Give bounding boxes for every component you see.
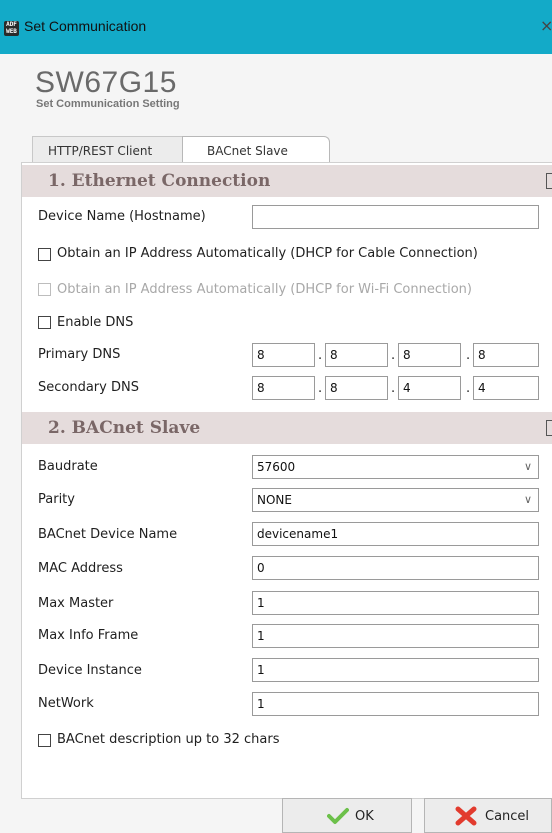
primary-dns-octet-3[interactable]: 8 bbox=[398, 343, 461, 367]
dhcp-cable-checkbox[interactable] bbox=[38, 248, 51, 261]
primary-dns-octet-4[interactable]: 8 bbox=[473, 343, 539, 367]
parity-label: Parity bbox=[38, 492, 75, 507]
section-bacnet-header: 2. BACnet Slave bbox=[22, 412, 552, 444]
dhcp-cable-label: Obtain an IP Address Automatically (DHCP… bbox=[57, 246, 478, 261]
tab-http-rest-client[interactable]: HTTP/REST Client bbox=[32, 136, 192, 163]
baudrate-label: Baudrate bbox=[38, 459, 98, 474]
parity-value: NONE bbox=[257, 493, 292, 507]
collapse-icon[interactable] bbox=[546, 420, 552, 436]
checkmark-icon bbox=[327, 807, 349, 829]
enable-dns-checkbox[interactable] bbox=[38, 316, 51, 329]
mac-address-label: MAC Address bbox=[38, 561, 123, 576]
chevron-down-icon: ∨ bbox=[523, 493, 532, 506]
octet-separator: . bbox=[391, 348, 396, 363]
secondary-dns-octet-2[interactable]: 8 bbox=[325, 376, 388, 400]
secondary-dns-octet-3[interactable]: 4 bbox=[398, 376, 461, 400]
cancel-label: Cancel bbox=[485, 809, 530, 824]
x-icon bbox=[455, 806, 477, 830]
close-button[interactable]: × bbox=[540, 16, 552, 35]
bacnet-description-label: BACnet description up to 32 chars bbox=[57, 732, 280, 747]
bacnet-device-name-input[interactable]: devicename1 bbox=[252, 522, 539, 546]
secondary-dns-label: Secondary DNS bbox=[38, 380, 139, 395]
octet-separator: . bbox=[391, 381, 396, 396]
octet-separator: . bbox=[466, 381, 471, 396]
primary-dns-octet-2[interactable]: 8 bbox=[325, 343, 388, 367]
device-name-label: Device Name (Hostname) bbox=[38, 209, 206, 224]
octet-separator: . bbox=[318, 348, 323, 363]
dhcp-wifi-label: Obtain an IP Address Automatically (DHCP… bbox=[57, 282, 472, 297]
page-title: SW67G15 bbox=[35, 66, 177, 99]
bacnet-device-name-label: BACnet Device Name bbox=[38, 527, 178, 542]
cancel-button[interactable]: Cancel bbox=[424, 798, 552, 833]
octet-separator: . bbox=[318, 381, 323, 396]
section-ethernet-title: 1. Ethernet Connection bbox=[48, 171, 271, 191]
ok-label: OK bbox=[355, 809, 374, 824]
max-info-frame-input[interactable]: 1 bbox=[252, 624, 539, 648]
device-instance-label: Device Instance bbox=[38, 663, 142, 678]
parity-select[interactable]: NONE ∨ bbox=[252, 488, 539, 512]
max-info-frame-label: Max Info Frame bbox=[38, 628, 139, 643]
page-subtitle: Set Communication Setting bbox=[36, 98, 180, 110]
device-name-input[interactable] bbox=[252, 205, 539, 229]
network-label: NetWork bbox=[38, 696, 94, 711]
baudrate-select[interactable]: 57600 ∨ bbox=[252, 455, 539, 479]
enable-dns-label: Enable DNS bbox=[57, 315, 134, 330]
section-ethernet-header: 1. Ethernet Connection bbox=[22, 165, 552, 197]
chevron-down-icon: ∨ bbox=[523, 460, 532, 473]
device-instance-input[interactable]: 1 bbox=[252, 658, 539, 682]
bacnet-description-checkbox[interactable] bbox=[38, 734, 51, 747]
network-input[interactable]: 1 bbox=[252, 692, 539, 716]
app-icon: ADF WEB bbox=[4, 21, 19, 36]
secondary-dns-octet-1[interactable]: 8 bbox=[252, 376, 315, 400]
dhcp-wifi-checkbox bbox=[38, 283, 51, 296]
primary-dns-octet-1[interactable]: 8 bbox=[252, 343, 315, 367]
baudrate-value: 57600 bbox=[257, 460, 296, 474]
secondary-dns-octet-4[interactable]: 4 bbox=[473, 376, 539, 400]
octet-separator: . bbox=[466, 348, 471, 363]
window-title: Set Communication bbox=[24, 18, 147, 34]
section-bacnet-title: 2. BACnet Slave bbox=[48, 418, 201, 438]
tab-bacnet-slave[interactable]: BACnet Slave bbox=[182, 136, 330, 163]
mac-address-input[interactable]: 0 bbox=[252, 556, 539, 580]
primary-dns-label: Primary DNS bbox=[38, 347, 121, 362]
collapse-icon[interactable] bbox=[546, 173, 552, 189]
title-bar: ADF WEB Set Communication × bbox=[0, 0, 552, 54]
max-master-input[interactable]: 1 bbox=[252, 591, 539, 615]
max-master-label: Max Master bbox=[38, 596, 114, 611]
ok-button[interactable]: OK bbox=[282, 798, 412, 833]
